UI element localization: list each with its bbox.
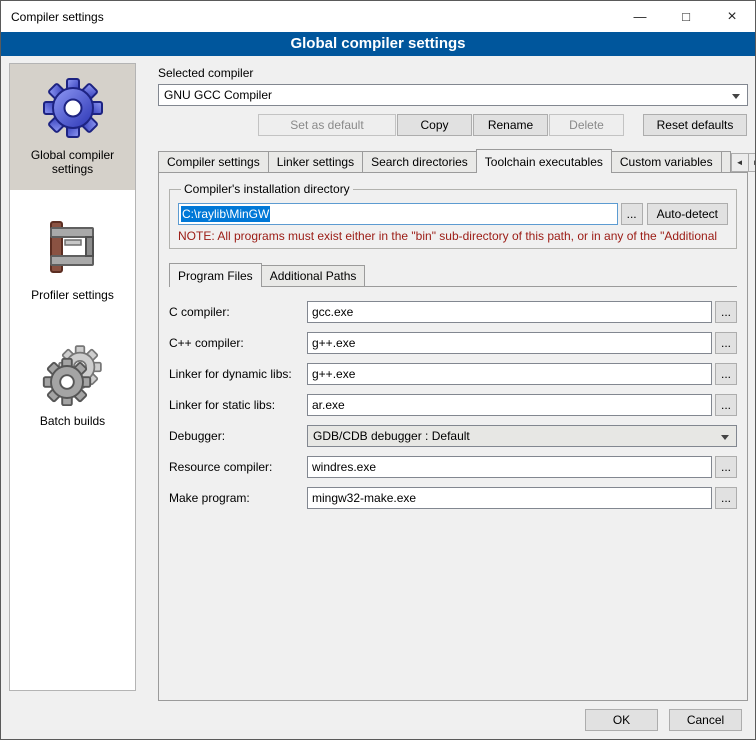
- form-row-linker-dynamic: Linker for dynamic libs: ...: [169, 363, 737, 385]
- install-dir-group: Compiler's installation directory C:\ray…: [169, 182, 737, 249]
- resource-compiler-label: Resource compiler:: [169, 460, 307, 474]
- linker-dynamic-label: Linker for dynamic libs:: [169, 367, 307, 381]
- auto-detect-button[interactable]: Auto-detect: [647, 203, 728, 225]
- sidebar-item-label: Profiler settings: [31, 288, 114, 302]
- debugger-label: Debugger:: [169, 429, 307, 443]
- install-dir-note: NOTE: All programs must exist either in …: [178, 229, 728, 243]
- gray-gears-icon: [41, 342, 105, 406]
- cpp-compiler-input[interactable]: [307, 332, 712, 354]
- subtab-program-files[interactable]: Program Files: [169, 263, 262, 287]
- cpp-compiler-browse-button[interactable]: ...: [715, 332, 737, 354]
- tab-build-options[interactable]: Builc: [721, 151, 731, 172]
- titlebar: Compiler settings — □ ×: [1, 1, 755, 32]
- tab-toolchain-executables[interactable]: Toolchain executables: [476, 149, 612, 173]
- reset-defaults-button[interactable]: Reset defaults: [643, 114, 747, 136]
- install-dir-input[interactable]: C:\raylib\MinGW: [178, 203, 618, 225]
- sidebar-item-batch-builds[interactable]: Batch builds: [10, 330, 135, 442]
- c-compiler-input[interactable]: [307, 301, 712, 323]
- delete-button: Delete: [549, 114, 624, 136]
- linker-dynamic-input[interactable]: [307, 363, 712, 385]
- main-panel: Selected compiler GNU GCC Compiler Set a…: [146, 63, 748, 701]
- form-row-debugger: Debugger: GDB/CDB debugger : Default: [169, 425, 737, 447]
- page-title: Global compiler settings: [1, 32, 755, 56]
- linker-static-label: Linker for static libs:: [169, 398, 307, 412]
- c-compiler-label: C compiler:: [169, 305, 307, 319]
- debugger-select-value: GDB/CDB debugger : Default: [313, 429, 470, 443]
- tab-compiler-settings[interactable]: Compiler settings: [158, 151, 269, 172]
- resource-compiler-input[interactable]: [307, 456, 712, 478]
- dialog-body: Global compiler settings Profiler settin…: [1, 56, 755, 701]
- maximize-icon[interactable]: □: [663, 1, 709, 32]
- program-tabs: Program Files Additional Paths: [169, 263, 737, 287]
- blue-gear-icon: [41, 76, 105, 140]
- sidebar-item-label: Batch builds: [40, 414, 105, 428]
- resource-compiler-browse-button[interactable]: ...: [715, 456, 737, 478]
- c-compiler-browse-button[interactable]: ...: [715, 301, 737, 323]
- linker-static-input[interactable]: [307, 394, 712, 416]
- sidebar-item-profiler-settings[interactable]: Profiler settings: [10, 204, 135, 316]
- rename-button[interactable]: Rename: [473, 114, 548, 136]
- selected-compiler-label: Selected compiler: [158, 66, 748, 80]
- cancel-button[interactable]: Cancel: [669, 709, 742, 731]
- tab-scroll-controls: ◄ ►: [731, 153, 756, 172]
- form-row-c-compiler: C compiler: ...: [169, 301, 737, 323]
- linker-dynamic-browse-button[interactable]: ...: [715, 363, 737, 385]
- linker-static-browse-button[interactable]: ...: [715, 394, 737, 416]
- compiler-select[interactable]: GNU GCC Compiler: [158, 84, 748, 106]
- minimize-icon[interactable]: —: [617, 1, 663, 32]
- tab-custom-variables[interactable]: Custom variables: [611, 151, 722, 172]
- cpp-compiler-label: C++ compiler:: [169, 336, 307, 350]
- chevron-down-icon: [732, 94, 740, 99]
- make-program-browse-button[interactable]: ...: [715, 487, 737, 509]
- make-program-label: Make program:: [169, 491, 307, 505]
- settings-tabs: Compiler settings Linker settings Search…: [158, 149, 748, 172]
- form-row-linker-static: Linker for static libs: ...: [169, 394, 737, 416]
- form-row-cpp-compiler: C++ compiler: ...: [169, 332, 737, 354]
- toolchain-executables-panel: Compiler's installation directory C:\ray…: [158, 172, 748, 701]
- tab-linker-settings[interactable]: Linker settings: [268, 151, 363, 172]
- form-row-resource-compiler: Resource compiler: ...: [169, 456, 737, 478]
- tab-search-directories[interactable]: Search directories: [362, 151, 477, 172]
- install-dir-browse-button[interactable]: ...: [621, 203, 643, 225]
- compiler-actions: Set as default Copy Rename Delete Reset …: [158, 114, 748, 136]
- copy-button[interactable]: Copy: [397, 114, 472, 136]
- make-program-input[interactable]: [307, 487, 712, 509]
- subtab-additional-paths[interactable]: Additional Paths: [261, 265, 366, 286]
- compiler-select-value: GNU GCC Compiler: [164, 88, 272, 102]
- form-row-make-program: Make program: ...: [169, 487, 737, 509]
- settings-sidebar: Global compiler settings Profiler settin…: [9, 63, 136, 691]
- compiler-settings-dialog: Compiler settings — □ × Global compiler …: [0, 0, 756, 740]
- install-dir-row: C:\raylib\MinGW ... Auto-detect: [178, 203, 728, 225]
- sidebar-item-label: Global compiler settings: [14, 148, 131, 176]
- close-icon[interactable]: ×: [709, 1, 755, 32]
- install-dir-group-title: Compiler's installation directory: [181, 182, 353, 196]
- clamp-tool-icon: [41, 216, 105, 280]
- set-as-default-button: Set as default: [258, 114, 396, 136]
- tab-scroll-right-icon[interactable]: ►: [748, 153, 756, 172]
- ok-button[interactable]: OK: [585, 709, 658, 731]
- sidebar-item-global-compiler-settings[interactable]: Global compiler settings: [10, 64, 135, 190]
- install-dir-value: C:\raylib\MinGW: [181, 206, 270, 222]
- window-title: Compiler settings: [1, 10, 617, 24]
- chevron-down-icon: [721, 435, 729, 440]
- program-files-form: C compiler: ... C++ compiler: ... Linker…: [169, 301, 737, 509]
- dialog-footer: OK Cancel: [1, 701, 755, 739]
- debugger-select[interactable]: GDB/CDB debugger : Default: [307, 425, 737, 447]
- tab-scroll-left-icon[interactable]: ◄: [731, 153, 749, 172]
